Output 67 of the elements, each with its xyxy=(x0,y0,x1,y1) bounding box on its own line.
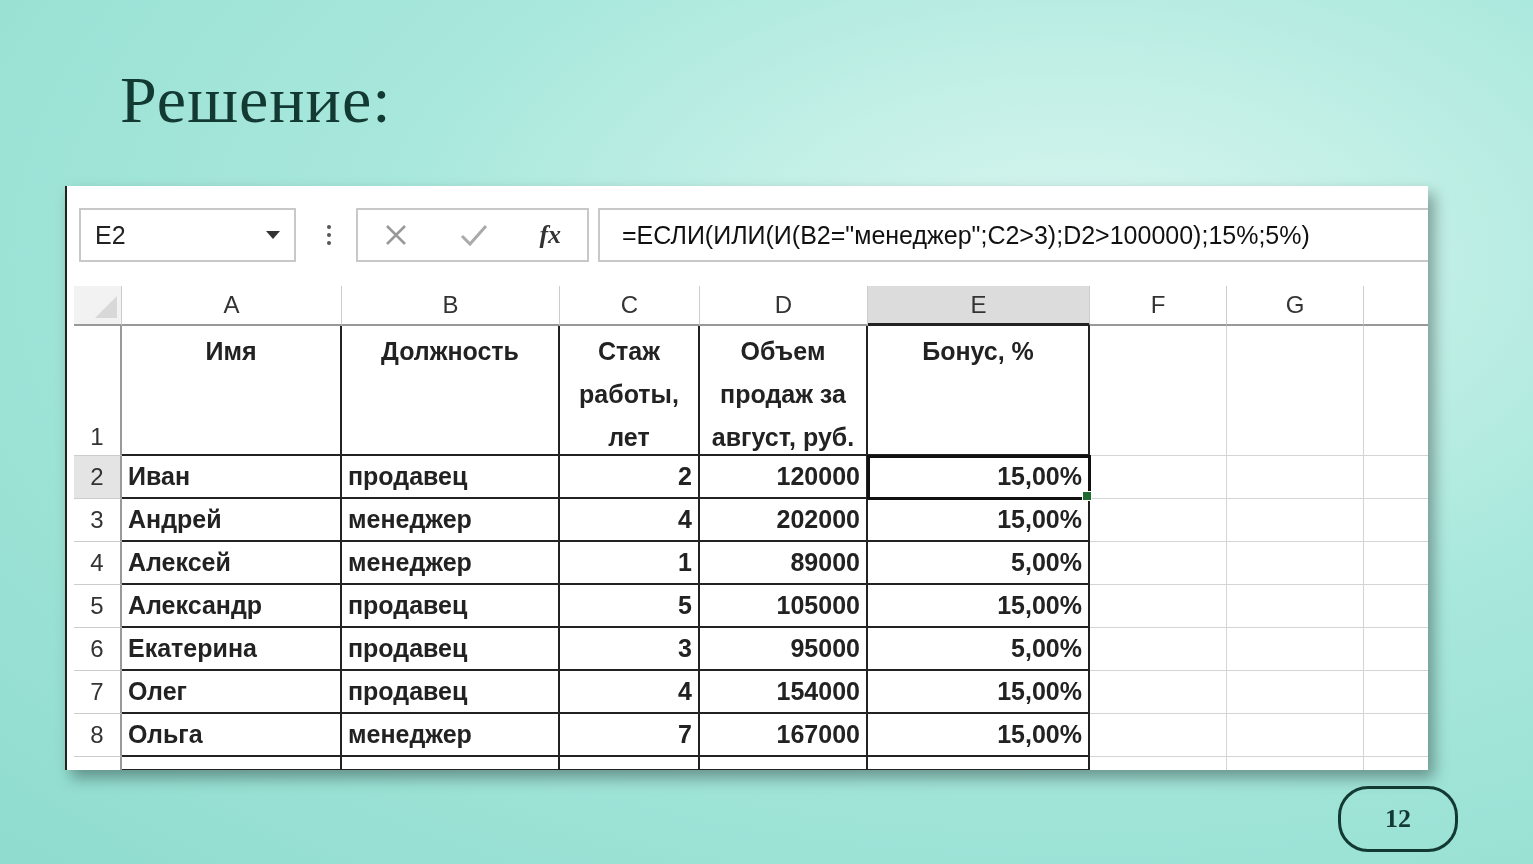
row-header[interactable]: 5 xyxy=(74,585,122,628)
row-header[interactable]: 7 xyxy=(74,671,122,714)
row-header[interactable]: 4 xyxy=(74,542,122,585)
row-header[interactable] xyxy=(74,757,122,770)
table-cell-text: Имя xyxy=(205,336,257,367)
table-cell: 5,00% xyxy=(1011,548,1082,577)
table-cell: 15,00% xyxy=(997,677,1082,706)
table-cell: 202000 xyxy=(776,505,860,534)
table-cell: 5,00% xyxy=(1011,634,1082,663)
formula-field[interactable]: =ЕСЛИ(ИЛИ(И(B2="менеджер";C2>3);D2>100000);15%;5%) xyxy=(598,208,1428,262)
column-header[interactable]: E xyxy=(868,286,1090,326)
table-cell: Ольга xyxy=(128,720,203,749)
table-cell-text: Должность xyxy=(381,336,519,367)
table-cell: 89000 xyxy=(790,548,860,577)
table-cell: 4 xyxy=(678,505,692,534)
slide-title: Решение: xyxy=(120,62,393,138)
column-header[interactable]: A xyxy=(122,286,342,326)
check-icon[interactable] xyxy=(459,223,488,247)
fill-handle[interactable] xyxy=(1082,491,1092,501)
table-cell: 95000 xyxy=(790,634,860,663)
table-cell: 15,00% xyxy=(997,591,1082,620)
insert-function-button[interactable]: fx xyxy=(539,220,562,250)
table-cell: 1 xyxy=(678,548,692,577)
table-cell: продавец xyxy=(348,634,468,663)
table-cell-text: Объем продаж за август, руб. xyxy=(710,336,856,453)
table-cell: продавец xyxy=(348,591,468,620)
row-header[interactable]: 8 xyxy=(74,714,122,757)
more-icon[interactable] xyxy=(326,223,332,247)
table-cell: Иван xyxy=(128,462,190,491)
name-box[interactable]: E2 xyxy=(79,208,296,262)
page-number: 12 xyxy=(1338,786,1458,852)
caret-icon xyxy=(266,231,280,239)
table-cell: Александр xyxy=(128,591,263,620)
table-cell: 15,00% xyxy=(997,505,1082,534)
table-cell: 167000 xyxy=(776,720,860,749)
row-header[interactable]: 3 xyxy=(74,499,122,542)
cancel-icon[interactable] xyxy=(383,223,408,247)
column-header[interactable]: D xyxy=(700,286,868,326)
table-cell: 7 xyxy=(678,720,692,749)
table-cell: Олег xyxy=(128,677,187,706)
table-cell: 15,00% xyxy=(997,462,1082,491)
row-header[interactable]: 6 xyxy=(74,628,122,671)
table-cell: продавец xyxy=(348,462,468,491)
table-cell: 154000 xyxy=(776,677,860,706)
table-cell: продавец xyxy=(348,677,468,706)
column-header[interactable] xyxy=(1364,286,1428,326)
table-cell: 15,00% xyxy=(997,720,1082,749)
table-cell: Алексей xyxy=(128,548,231,577)
row-header[interactable]: 2 xyxy=(74,456,122,499)
table-cell: менеджер xyxy=(348,720,472,749)
table-cell: 5 xyxy=(678,591,692,620)
table-cell: 3 xyxy=(678,634,692,663)
table-cell: 120000 xyxy=(776,462,860,491)
table-cell: Екатерина xyxy=(128,634,257,663)
table-cell-text: Бонус, % xyxy=(922,336,1034,367)
table-cell: 4 xyxy=(678,677,692,706)
row-header[interactable]: 1 xyxy=(74,326,122,456)
table-cell: менеджер xyxy=(348,505,472,534)
column-header[interactable]: G xyxy=(1227,286,1364,326)
table-cell: 2 xyxy=(678,462,692,491)
table-cell: Андрей xyxy=(128,505,222,534)
column-header[interactable]: F xyxy=(1090,286,1227,326)
column-header[interactable]: B xyxy=(342,286,560,326)
table-cell: менеджер xyxy=(348,548,472,577)
table-cell: 105000 xyxy=(776,591,860,620)
column-header[interactable]: C xyxy=(560,286,700,326)
table-cell-text: Стаж работы, лет xyxy=(578,336,680,453)
